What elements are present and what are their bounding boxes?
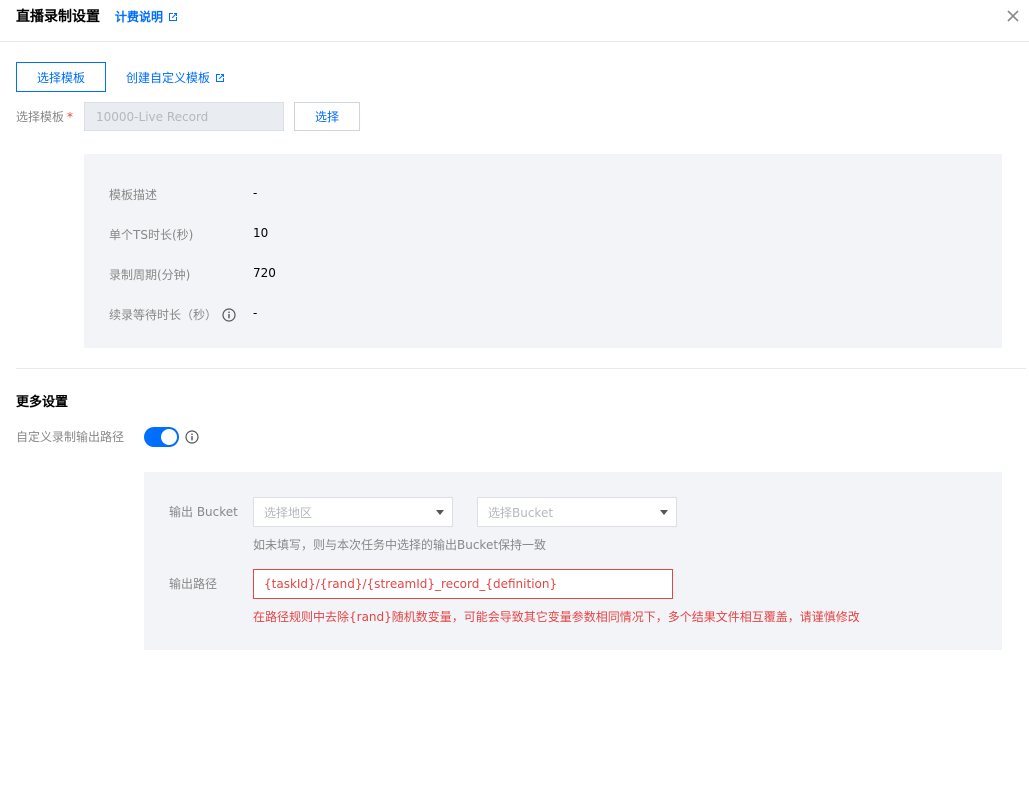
output-path-label: 输出路径 — [169, 577, 218, 591]
template-field-label: 选择模板 * — [16, 110, 74, 124]
path-error-message: 在路径规则中去除{rand}随机数变量，可能会导致其它变量参数相同情况下，多个结… — [253, 610, 860, 624]
dialog-title: 直播录制设置 — [16, 9, 100, 25]
info-icon[interactable] — [185, 430, 199, 444]
detail-value-ts-duration: 10 — [253, 226, 269, 240]
detail-label-resume-wait: 续录等待时长（秒） — [109, 306, 236, 323]
template-select-button[interactable]: 选择 — [294, 102, 360, 131]
select-template-button[interactable]: 选择模板 — [16, 62, 106, 92]
create-template-label: 创建自定义模板 — [126, 71, 211, 85]
external-link-icon — [169, 13, 178, 21]
region-placeholder: 选择地区 — [264, 505, 313, 520]
bucket-select[interactable]: 选择Bucket — [477, 497, 677, 527]
template-input: 10000-Live Record — [84, 102, 284, 131]
bucket-placeholder: 选择Bucket — [488, 505, 554, 520]
detail-label-ts-duration: 单个TS时长(秒) — [109, 228, 194, 242]
header-divider — [0, 41, 1029, 42]
detail-value-record-period: 720 — [253, 266, 276, 280]
custom-path-toggle[interactable] — [144, 427, 179, 447]
detail-label-record-period: 录制周期(分钟) — [109, 268, 191, 282]
detail-value-description: - — [253, 186, 258, 200]
detail-value-resume-wait: - — [253, 306, 258, 320]
output-path-input[interactable]: {taskId}/{rand}/{streamId}_record_{defin… — [253, 569, 673, 599]
chevron-down-icon — [660, 510, 668, 515]
chevron-down-icon — [436, 510, 444, 515]
more-settings-title: 更多设置 — [16, 395, 69, 410]
required-mark: * — [67, 110, 74, 124]
output-bucket-label: 输出 Bucket — [169, 505, 238, 519]
close-icon[interactable] — [1005, 8, 1021, 24]
detail-label-description: 模板描述 — [109, 188, 158, 202]
billing-link-label: 计费说明 — [115, 10, 164, 24]
create-custom-template-link[interactable]: 创建自定义模板 — [126, 69, 225, 86]
region-select[interactable]: 选择地区 — [253, 497, 453, 527]
toggle-knob — [161, 429, 177, 445]
section-divider — [16, 368, 1026, 369]
info-icon[interactable] — [222, 307, 236, 322]
custom-path-label: 自定义录制输出路径 — [16, 430, 125, 444]
billing-info-link[interactable]: 计费说明 — [115, 8, 178, 26]
external-link-icon — [216, 73, 225, 82]
bucket-hint: 如未填写，则与本次任务中选择的输出Bucket保持一致 — [253, 538, 547, 552]
